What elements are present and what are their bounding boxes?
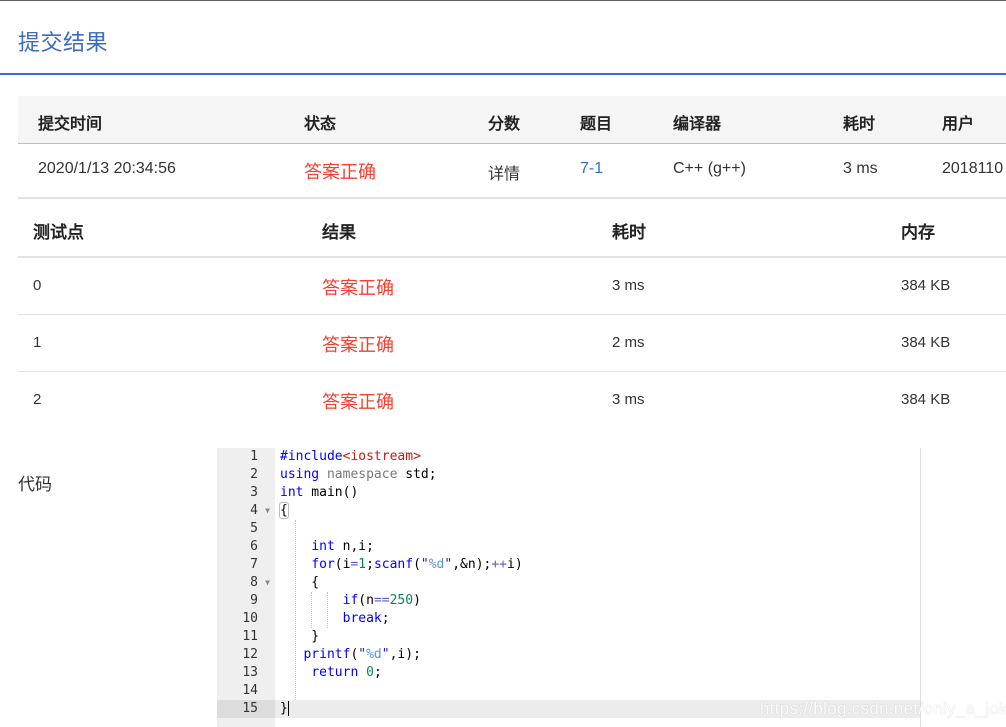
- code-line-6: int n,i;: [311, 539, 374, 554]
- line-number-text: 4: [250, 503, 258, 518]
- line-number-text: 15: [242, 701, 258, 716]
- line-number: 1: [217, 448, 275, 466]
- table-row: 1 答案正确 2 ms 384 KB: [18, 315, 1006, 372]
- line-number-text: 10: [242, 611, 258, 626]
- line-number: 3: [217, 484, 275, 502]
- panel-header: 提交结果: [0, 1, 1006, 75]
- line-number: 10: [217, 610, 275, 628]
- header-elapsed: 耗时: [843, 116, 876, 133]
- line-number: 9: [217, 592, 275, 610]
- fold-arrow-icon[interactable]: ▼: [265, 574, 270, 592]
- code-line-10: break;: [342, 611, 390, 626]
- line-number: 5: [217, 520, 275, 538]
- tests-header-row: 测试点 结果 耗时 内存: [18, 199, 1006, 258]
- header-submit-time: 提交时间: [38, 116, 103, 133]
- line-number: 11: [217, 628, 275, 646]
- line-number-text: 9: [250, 593, 258, 608]
- test-id: 2: [33, 391, 42, 408]
- line-number-text: 3: [250, 485, 258, 500]
- header-score: 分数: [488, 116, 521, 133]
- line-number: 8 ▼: [217, 574, 275, 592]
- line-number-gutter: 1 2 3 4 ▼ 5 6 7 8 ▼ 9 10 11 12 13 14 15: [217, 448, 275, 727]
- test-memory: 384 KB: [901, 277, 951, 294]
- user: 2018110: [942, 160, 1004, 177]
- line-number: 15: [217, 700, 275, 718]
- line-number-text: 14: [242, 683, 258, 698]
- code-line-7: for(i=1;scanf("%d",&n);++i): [311, 557, 523, 572]
- header-compiler: 编译器: [673, 116, 722, 133]
- header-test-point: 测试点: [33, 223, 84, 242]
- test-points-table: 测试点 结果 耗时 内存 0 答案正确 3 ms 384 KB 1 答案正确 2…: [18, 199, 1006, 428]
- header-result: 结果: [322, 223, 356, 242]
- line-number-text: 1: [250, 449, 258, 464]
- line-number-text: 5: [250, 521, 258, 536]
- table-row: 2020/1/13 20:34:56 答案正确 详情 7-1 C++ (g++)…: [18, 144, 1006, 199]
- code-editor[interactable]: 1 2 3 4 ▼ 5 6 7 8 ▼ 9 10 11 12 13 14 15 #include<iostrea…: [217, 448, 921, 727]
- code-line-4: {: [279, 502, 289, 519]
- header-time: 耗时: [612, 223, 646, 242]
- table-row: 2 答案正确 3 ms 384 KB: [18, 372, 1006, 428]
- code-line-11: }: [280, 629, 320, 644]
- line-number: 6: [217, 538, 275, 556]
- test-id: 1: [33, 334, 42, 351]
- watermark: https://blog.csdn.net/only_a_joke1: [760, 699, 1006, 718]
- line-number-text: 8: [250, 575, 258, 590]
- code-line-9: if(n==250): [342, 593, 421, 608]
- code-line-3: int main(): [280, 485, 359, 500]
- line-number-text: 13: [242, 665, 258, 680]
- line-number: 12: [217, 646, 275, 664]
- line-number: 13: [217, 664, 275, 682]
- header-user: 用户: [942, 116, 975, 133]
- test-result: 答案正确: [322, 278, 394, 298]
- line-number-text: 7: [250, 557, 258, 572]
- line-number: 2: [217, 466, 275, 484]
- test-time: 2 ms: [612, 334, 645, 351]
- line-number-text: 6: [250, 539, 258, 554]
- compiler: C++ (g++): [673, 160, 746, 177]
- status-badge: 答案正确: [304, 162, 376, 182]
- code-line-2: using namespace std;: [280, 467, 437, 482]
- line-number-text: 11: [242, 629, 258, 644]
- problem-link[interactable]: 7-1: [580, 160, 603, 178]
- line-number: 14: [217, 682, 275, 700]
- text-cursor: [287, 701, 289, 716]
- header-status: 状态: [304, 116, 337, 133]
- fold-arrow-icon[interactable]: ▼: [265, 502, 270, 520]
- header-memory: 内存: [901, 223, 935, 242]
- test-time: 3 ms: [612, 277, 645, 294]
- test-result: 答案正确: [322, 335, 394, 355]
- submission-summary-table: 提交时间 状态 分数 题目 编译器 耗时 用户 2020/1/13 20:34:…: [18, 96, 1006, 199]
- test-time: 3 ms: [612, 391, 645, 408]
- table-row: 0 答案正确 3 ms 384 KB: [18, 258, 1006, 315]
- code-line-8: {: [280, 575, 320, 590]
- test-memory: 384 KB: [901, 334, 951, 351]
- test-memory: 384 KB: [901, 391, 951, 408]
- test-result: 答案正确: [322, 392, 394, 412]
- header-problem: 题目: [580, 116, 613, 133]
- summary-header-row: 提交时间 状态 分数 题目 编译器 耗时 用户: [18, 96, 1006, 144]
- line-number-text: 2: [250, 467, 258, 482]
- test-id: 0: [33, 277, 42, 294]
- elapsed-time: 3 ms: [843, 160, 878, 177]
- line-number: 4 ▼: [217, 502, 275, 520]
- line-number: 7: [217, 556, 275, 574]
- code-label: 代码: [18, 475, 52, 494]
- code-line-1: #include<iostream>: [280, 449, 421, 464]
- submit-time: 2020/1/13 20:34:56: [38, 160, 176, 177]
- code-line-13: return 0;: [311, 665, 382, 680]
- code-line-12: printf("%d",i);: [303, 647, 421, 662]
- score-details-link[interactable]: 详情: [488, 160, 520, 184]
- page-title: 提交结果: [18, 30, 109, 55]
- line-number-text: 12: [242, 647, 258, 662]
